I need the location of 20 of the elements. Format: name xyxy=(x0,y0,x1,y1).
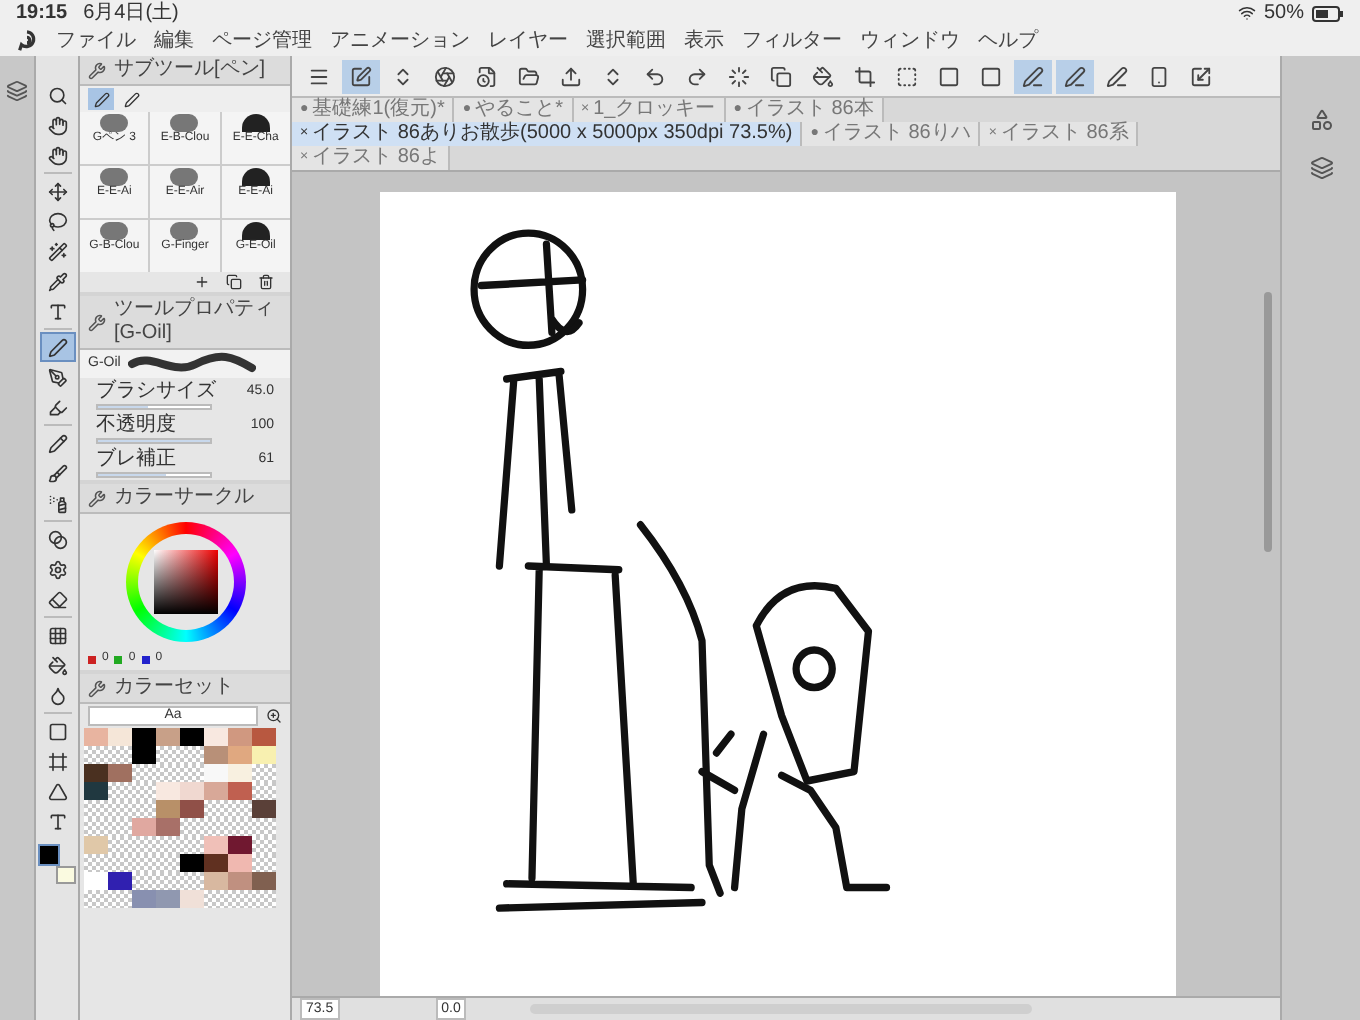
menu-item[interactable]: ウィンドウ xyxy=(860,29,960,53)
menu-item[interactable]: 表示 xyxy=(684,29,724,53)
menu-item[interactable]: 編集 xyxy=(154,29,194,53)
menu-item[interactable]: レイヤー xyxy=(488,29,568,53)
menu-item[interactable]: ヘルプ xyxy=(978,29,1038,53)
menu-item[interactable]: アニメーション xyxy=(330,29,470,53)
property-label: ブラシサイズ xyxy=(96,380,216,404)
battery-percent: 50% xyxy=(1263,1,1304,25)
menu-item[interactable]: ページ管理 xyxy=(212,29,312,53)
panel-title: カラーサークル xyxy=(114,486,254,510)
status-date: 6月4日(土) xyxy=(83,1,179,25)
status-time: 19:15 xyxy=(16,1,68,25)
property-label: 不透明度 xyxy=(96,414,176,438)
panel-title: カラーセット xyxy=(114,676,234,700)
panel-title: サブツール[ペン] xyxy=(114,58,266,82)
menu-item[interactable]: 選択範囲 xyxy=(586,29,666,53)
menu-item[interactable]: ファイル xyxy=(56,29,136,53)
property-label: ブレ補正 xyxy=(96,448,176,472)
panel-title: ツールプロパティ[G-Oil] xyxy=(114,298,276,346)
menu-item[interactable]: フィルター xyxy=(742,29,842,53)
